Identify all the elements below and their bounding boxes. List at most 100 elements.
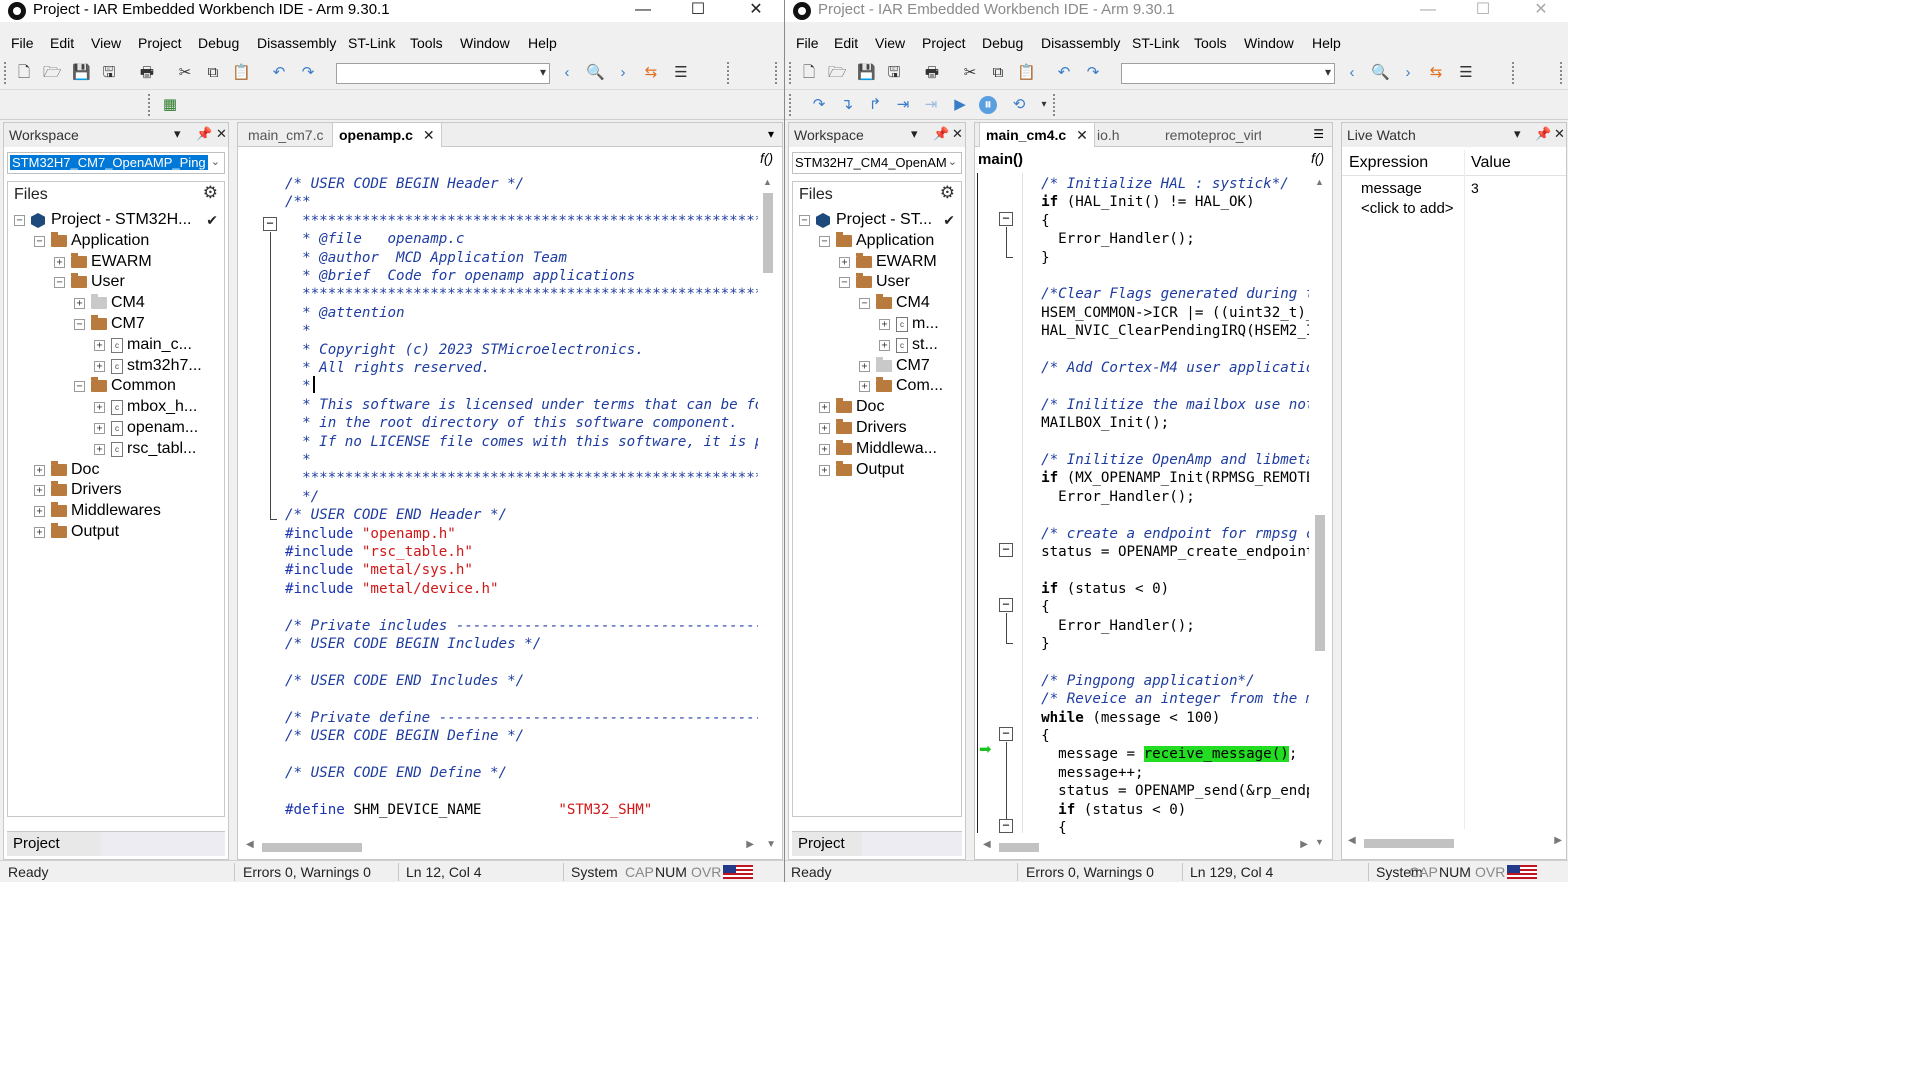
menu-tools[interactable]: Tools xyxy=(1194,35,1227,51)
menu-help[interactable]: Help xyxy=(528,35,557,51)
go-icon[interactable]: ▶ xyxy=(951,96,969,114)
horizontal-scrollbar[interactable]: ◀ ▶ ▼ xyxy=(244,839,776,855)
go-to-icon[interactable]: ⇆ xyxy=(1427,64,1445,82)
print-icon[interactable]: 🖶 xyxy=(138,64,156,82)
fold-toggle-icon[interactable]: − xyxy=(999,727,1013,741)
workspace-config-select[interactable]: STM32H7_CM7_OpenAMP_Ping ⌄ xyxy=(7,152,225,174)
print-icon[interactable]: 🖶 xyxy=(923,64,941,82)
fold-toggle-icon[interactable]: − xyxy=(999,598,1013,612)
expand-icon[interactable]: + xyxy=(819,423,830,434)
redo-icon[interactable]: ↷ xyxy=(1084,64,1102,82)
expand-icon[interactable]: + xyxy=(819,443,830,455)
cut-icon[interactable]: ✂ xyxy=(961,64,979,82)
bookmark-icon[interactable]: ☰ xyxy=(672,64,690,82)
toolbar-grip[interactable] xyxy=(1053,94,1057,116)
column-expression[interactable]: Expression xyxy=(1349,154,1428,172)
collapse-icon[interactable]: − xyxy=(34,235,45,247)
fold-toggle-icon[interactable]: − xyxy=(999,543,1013,557)
tree-item[interactable]: + CM7 xyxy=(793,356,961,378)
step-over-icon[interactable]: ↷ xyxy=(810,96,828,114)
fold-toggle-icon[interactable]: − xyxy=(263,217,277,231)
run-to-cursor-icon[interactable]: ⇥ xyxy=(922,96,940,114)
copy-icon[interactable]: ⧉ xyxy=(204,64,222,82)
panel-menu-icon[interactable]: ▾ xyxy=(911,126,918,142)
function-list-icon[interactable]: f() xyxy=(1311,150,1324,166)
menu-tools[interactable]: Tools xyxy=(410,35,443,51)
make-icon[interactable]: ▦ xyxy=(161,96,179,114)
find-next-icon[interactable]: › xyxy=(614,64,632,82)
tree-item[interactable]: + Doc xyxy=(8,460,224,482)
go-to-icon[interactable]: ⇆ xyxy=(642,64,660,82)
tree-item[interactable]: + CM4 xyxy=(8,294,224,315)
save-all-icon[interactable]: 🖫 xyxy=(885,64,903,82)
find-combo[interactable] xyxy=(336,63,550,84)
tree-item[interactable]: + Output xyxy=(8,523,224,544)
tree-item[interactable]: + Middlewares xyxy=(8,502,224,523)
menu-file[interactable]: File xyxy=(11,35,34,51)
code-area[interactable]: /* Initialize HAL : systick*/ if (HAL_In… xyxy=(1024,175,1309,837)
tab-list-icon[interactable]: ☰ xyxy=(1313,127,1324,141)
menu-help[interactable]: Help xyxy=(1312,35,1341,51)
close-button[interactable]: ✕ xyxy=(733,0,779,22)
menu-project[interactable]: Project xyxy=(138,35,182,51)
collapse-icon[interactable]: − xyxy=(799,215,810,226)
tree-item[interactable]: − CM4 xyxy=(793,294,961,315)
menu-edit[interactable]: Edit xyxy=(834,35,858,51)
tab-project[interactable]: Project xyxy=(7,831,225,856)
tree-item[interactable]: + Doc xyxy=(793,398,961,419)
expand-icon[interactable]: + xyxy=(94,360,105,372)
toolbar-grip[interactable] xyxy=(789,94,793,116)
tree-item[interactable]: − User xyxy=(793,273,961,294)
expand-icon[interactable]: + xyxy=(34,527,45,538)
find-previous-icon[interactable]: ‹ xyxy=(558,64,576,82)
panel-close-icon[interactable]: ✕ xyxy=(216,126,227,142)
expand-icon[interactable]: + xyxy=(839,256,850,268)
expand-icon[interactable]: + xyxy=(34,506,45,518)
expand-icon[interactable]: + xyxy=(34,464,45,476)
expand-icon[interactable]: + xyxy=(819,402,830,414)
function-list-icon[interactable]: f() xyxy=(760,150,773,166)
tree-item[interactable]: + EWARM xyxy=(793,252,961,274)
tree-item[interactable]: + c mbox_h... xyxy=(8,398,224,419)
save-icon[interactable]: 💾 xyxy=(72,64,91,82)
maximize-button[interactable]: ☐ xyxy=(675,0,721,22)
horizontal-scrollbar[interactable]: ◀ ▶ xyxy=(1346,835,1562,851)
column-value[interactable]: Value xyxy=(1471,154,1511,172)
undo-icon[interactable]: ↶ xyxy=(1055,64,1073,82)
paste-icon[interactable]: 📋 xyxy=(232,64,251,82)
tree-item[interactable]: + c st... xyxy=(793,336,961,357)
tree-item[interactable]: + Drivers xyxy=(793,419,961,440)
minimize-button[interactable]: — xyxy=(1405,0,1451,22)
toolbar-grip[interactable] xyxy=(1560,62,1564,84)
menu-window[interactable]: Window xyxy=(1244,35,1294,51)
cut-icon[interactable]: ✂ xyxy=(176,64,194,82)
tree-item[interactable]: − Project - ST... ✔ xyxy=(793,211,961,232)
expand-icon[interactable]: + xyxy=(879,319,890,330)
menu-disassembly[interactable]: Disassembly xyxy=(257,35,336,51)
find-icon[interactable]: 🔍 xyxy=(1371,64,1390,82)
menu-view[interactable]: View xyxy=(91,35,121,51)
tree-item[interactable]: + Drivers xyxy=(8,481,224,502)
expand-icon[interactable]: + xyxy=(94,423,105,434)
collapse-icon[interactable]: − xyxy=(74,381,85,393)
tree-item[interactable]: + EWARM xyxy=(8,252,224,274)
expand-icon[interactable]: + xyxy=(859,381,870,393)
gear-icon[interactable]: ⚙ xyxy=(940,183,955,203)
watch-row[interactable]: message 3 xyxy=(1342,180,1566,200)
pin-icon[interactable]: 📌 xyxy=(933,126,949,142)
close-tab-icon[interactable]: ✕ xyxy=(423,127,435,143)
tab-io-h[interactable]: io.h xyxy=(1091,123,1126,147)
panel-menu-icon[interactable]: ▾ xyxy=(1514,126,1521,142)
pin-icon[interactable]: 📌 xyxy=(196,126,212,142)
expand-icon[interactable]: + xyxy=(54,256,65,268)
menu-file[interactable]: File xyxy=(796,35,819,51)
pin-icon[interactable]: 📌 xyxy=(1535,126,1551,142)
menu-disassembly[interactable]: Disassembly xyxy=(1041,35,1120,51)
function-selector[interactable]: main() xyxy=(978,151,1023,168)
tree-item[interactable]: + c rsc_tabl... xyxy=(8,440,224,461)
menu-debug[interactable]: Debug xyxy=(198,35,239,51)
tree-item[interactable]: + c m... xyxy=(793,315,961,336)
tab-main-cm7[interactable]: main_cm7.c xyxy=(242,123,329,147)
workspace-config-select[interactable]: STM32H7_CM4_OpenAM ⌄ xyxy=(792,152,962,174)
menu-st-link[interactable]: ST-Link xyxy=(1132,35,1179,51)
